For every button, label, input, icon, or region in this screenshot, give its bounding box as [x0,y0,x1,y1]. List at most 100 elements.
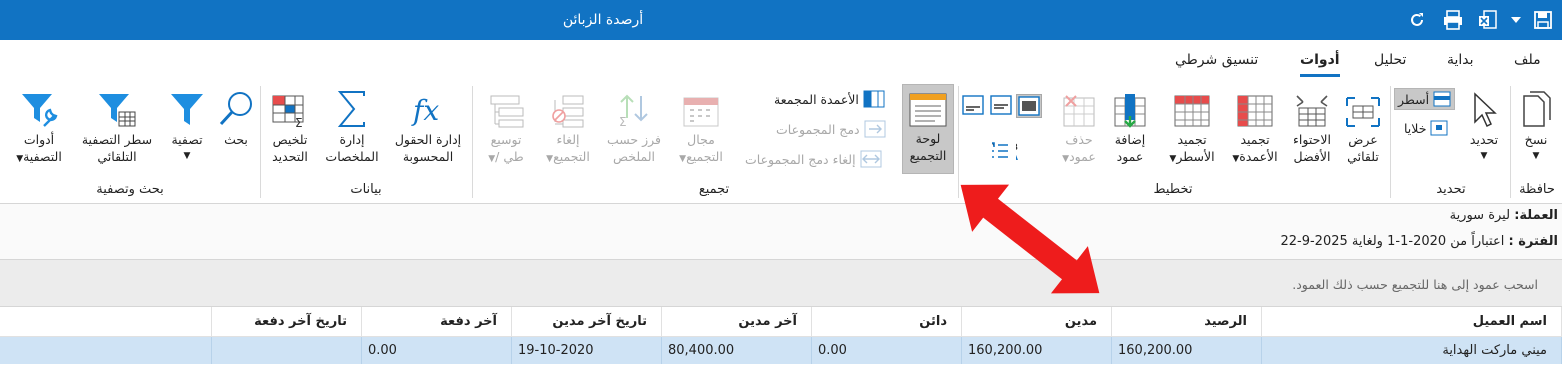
period-value: اعتباراً من 2020-1-1 ولغاية 2025-9-22 [1280,234,1505,249]
auto-width-icon [1340,86,1386,128]
table-cell[interactable]: 0.00 [812,337,962,364]
freeze-rows-button[interactable]: تجميد ▼الأسطر [1162,86,1222,168]
tab-tools[interactable]: أدوات [1300,52,1340,77]
print-icon[interactable] [1440,8,1466,32]
search-button[interactable]: بحث [216,86,256,148]
ribbon: نسخ ▼ حافظة تحديد ▼ أسطر خلايا تحديد عرض… [0,80,1562,204]
select-button[interactable]: تحديد ▼ [1460,86,1508,165]
calculated-fields-button[interactable]: fx إدارة الحقول المحسوبة [390,86,466,165]
table-cell[interactable]: 160,200.00 [1112,337,1262,364]
filter-tools-button[interactable]: أدوات ▼التصفية [6,86,72,168]
ungroup-icon [540,86,596,128]
tab-home[interactable]: بداية [1447,52,1474,68]
group-range-button[interactable]: مجال ▼التجميع [668,86,734,168]
report-info: العملة: ليرة سورية الفترة : اعتباراً من … [0,204,1562,260]
text-size-button[interactable]: ABAA [1016,140,1036,162]
rows-select-button[interactable]: أسطر [1394,88,1456,110]
copy-button[interactable]: نسخ ▼ [1512,86,1560,165]
best-fit-icon [1286,86,1338,128]
window-title: أرصدة الزبائن [562,12,644,28]
period-row: الفترة : اعتباراً من 2020-1-1 ولغاية 202… [1280,234,1558,249]
group-panel-icon [903,85,953,127]
filter-tools-icon [6,86,72,128]
add-column-icon [1104,86,1156,128]
sigma-icon [318,86,386,128]
text-size-icon: ABAA [1016,143,1018,162]
filter-icon [162,86,212,128]
column-header[interactable]: الرصيد [1112,307,1262,337]
panel-layout-icon [1018,96,1040,116]
group-panel-button[interactable]: لوحة التجميع [902,84,954,174]
table-cell[interactable]: 0.00 [362,337,512,364]
grouped-columns-icon [863,90,885,108]
summarize-selection-button[interactable]: Σ تلخيص التحديد [264,86,316,165]
group-by-area[interactable]: اسحب عمود إلى هنا للتجميع حسب ذلك العمود… [0,260,1562,307]
layout-option-2[interactable] [990,95,1012,115]
panel-layout-icon [990,95,1012,115]
table-cell[interactable]: ميني ماركت الهداية [1262,337,1562,364]
ungroup-button[interactable]: إلغاء ▼التجميع [540,86,596,168]
auto-filter-row-button[interactable]: سطر التصفية التلقائي [76,86,158,165]
currency-value: ليرة سورية [1449,208,1511,223]
merge-groups-button[interactable]: دمج المجموعات [776,120,886,138]
tab-analysis[interactable]: تحليل [1374,52,1406,68]
ribbon-tabs: ملف بداية تحليل أدوات تنسيق شرطي [0,40,1562,80]
group-label-select: تحديد [1436,182,1466,197]
column-header[interactable]: اسم العميل [1262,307,1562,337]
tab-file[interactable]: ملف [1514,52,1541,68]
unmerge-groups-button[interactable]: إلغاء دمج المجموعات [745,150,882,168]
currency-row: العملة: ليرة سورية [1449,208,1558,223]
delete-column-icon [1056,86,1102,128]
table-cell[interactable]: 160,200.00 [962,337,1112,364]
numbered-list-button[interactable] [990,140,1010,162]
cells-icon [1430,120,1448,136]
table-cell[interactable]: 19-10-2020 [512,337,662,364]
group-by-hint: اسحب عمود إلى هنا للتجميع حسب ذلك العمود… [1292,277,1538,292]
calendar-icon [668,86,734,128]
grouped-columns-button[interactable]: الأعمدة المجمعة [774,90,885,108]
column-header[interactable]: آخر مدين [662,307,812,337]
add-column-button[interactable]: إضافة عمود [1104,86,1156,165]
column-header[interactable]: تاريخ آخر مدين [512,307,662,337]
filter-row-icon [76,86,158,128]
manage-summaries-button[interactable]: إدارة الملخصات [318,86,386,165]
excel-export-icon[interactable] [1475,8,1501,32]
freeze-columns-icon [1228,86,1282,128]
svg-text:Σ: Σ [295,116,303,128]
tab-conditional-format[interactable]: تنسيق شرطي [1175,52,1258,68]
panel-layout-icon [962,95,984,115]
group-label-data: بيانات [350,182,382,197]
expand-collapse-button[interactable]: توسيع ▼/ طي [478,86,534,168]
table-cell[interactable]: 80,400.00 [662,337,812,364]
sort-summary-icon: Σ [602,86,666,128]
best-fit-button[interactable]: الاحتواء الأفضل [1286,86,1338,165]
cells-select-button[interactable]: خلايا [1404,120,1448,136]
rows-icon [1433,91,1451,107]
column-header[interactable]: تاريخ آخر دفعة [212,307,362,337]
table-cell-empty [0,337,212,364]
filter-button[interactable]: تصفية ▼ [162,86,212,165]
svg-text:fx: fx [411,94,439,127]
summary-table-icon: Σ [264,86,316,128]
numbered-list-icon [992,142,1008,158]
refresh-icon[interactable] [1404,8,1430,32]
column-header[interactable]: آخر دفعة [362,307,512,337]
column-header-empty [0,307,212,337]
sort-by-summary-button[interactable]: Σ فرز حسب الملخص [602,86,666,165]
copy-icon [1512,86,1560,128]
cursor-icon [1460,86,1508,128]
function-icon: fx [390,86,466,128]
title-bar: أرصدة الزبائن [0,0,1562,40]
freeze-columns-button[interactable]: تجميد ▼الأعمدة [1228,86,1282,168]
unmerge-icon [860,150,882,168]
save-icon[interactable] [1530,8,1556,32]
chevron-down-icon[interactable] [1508,8,1524,32]
layout-option-3[interactable] [1016,94,1042,118]
freeze-rows-icon [1162,86,1222,128]
delete-column-button[interactable]: حذف ▼عمود [1056,86,1102,168]
table-cell[interactable] [212,337,362,364]
auto-width-button[interactable]: عرض تلقائي [1340,86,1386,165]
layout-option-1[interactable] [962,95,984,115]
tree-expand-icon [478,86,534,128]
merge-icon [864,120,886,138]
